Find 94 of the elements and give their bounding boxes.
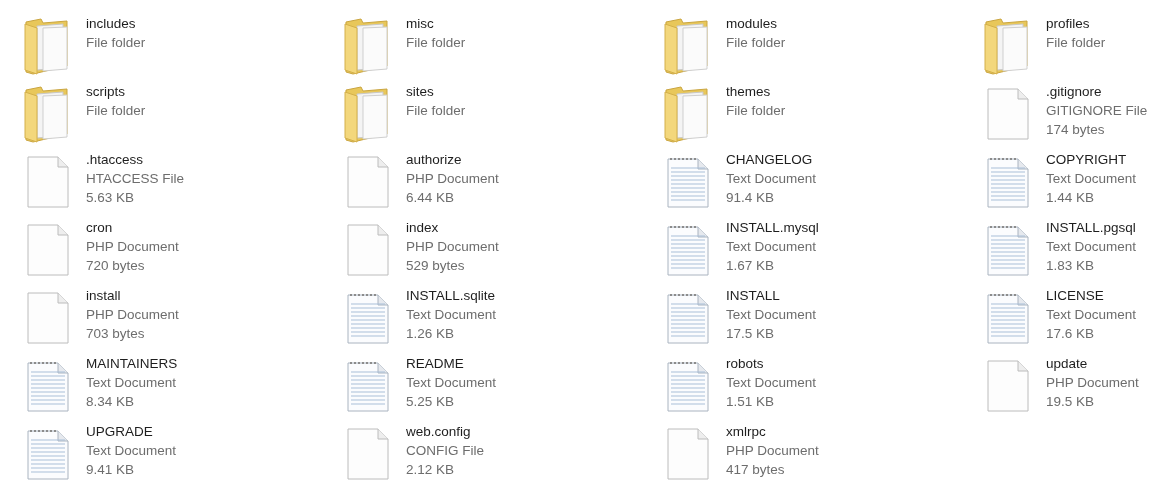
file-size: 91.4 KB [726, 189, 776, 207]
file-size: 5.25 KB [406, 393, 456, 411]
file-type: Text Document [1046, 170, 1137, 188]
file-type: GITIGNORE File [1046, 102, 1148, 120]
file-type: File folder [406, 34, 466, 52]
file-type: Text Document [726, 170, 817, 188]
file-type: File folder [726, 34, 786, 52]
file-type: Text Document [726, 238, 818, 256]
text-document-icon [666, 156, 710, 208]
file-type: CONFIG File [406, 442, 484, 460]
file-name[interactable]: index [406, 218, 499, 237]
file-type: Text Document [406, 306, 497, 324]
file-type: PHP Document [86, 306, 179, 324]
document-icon [986, 88, 1030, 140]
text-document-icon [986, 224, 1030, 276]
file-size: 720 bytes [86, 257, 146, 275]
file-size: 8.34 KB [86, 393, 136, 411]
document-icon [346, 224, 390, 276]
file-type: File folder [86, 34, 146, 52]
file-name[interactable]: INSTALL.pgsql [1046, 218, 1137, 237]
file-type: Text Document [86, 374, 178, 392]
text-document-icon [986, 156, 1030, 208]
file-name[interactable]: INSTALL.mysql [726, 218, 819, 237]
file-name[interactable]: modules [726, 14, 786, 33]
file-type: Text Document [86, 442, 177, 460]
file-name[interactable]: update [1046, 354, 1139, 373]
file-name[interactable]: .htaccess [86, 150, 184, 169]
file-type: Text Document [1046, 306, 1137, 324]
file-name[interactable]: .gitignore [1046, 82, 1148, 101]
text-document-icon [666, 292, 710, 344]
document-icon [26, 292, 70, 344]
text-document-icon [346, 360, 390, 412]
file-name[interactable]: authorize [406, 150, 499, 169]
file-size: 6.44 KB [406, 189, 456, 207]
file-type: PHP Document [406, 238, 499, 256]
document-icon [346, 156, 390, 208]
file-type: Text Document [726, 306, 817, 324]
file-size: 703 bytes [86, 325, 146, 343]
file-size: 174 bytes [1046, 121, 1106, 139]
file-type: PHP Document [406, 170, 499, 188]
file-name[interactable]: README [406, 354, 497, 373]
file-name[interactable]: profiles [1046, 14, 1106, 33]
file-type: PHP Document [86, 238, 179, 256]
file-size: 9.41 KB [86, 461, 136, 479]
file-type: HTACCESS File [86, 170, 184, 188]
file-size: 1.83 KB [1046, 257, 1096, 275]
file-size: 17.5 KB [726, 325, 776, 343]
text-document-icon [666, 360, 710, 412]
file-size: 19.5 KB [1046, 393, 1096, 411]
file-size: 1.44 KB [1046, 189, 1096, 207]
text-document-icon [346, 292, 390, 344]
text-document-icon [26, 428, 70, 480]
text-document-icon [26, 360, 70, 412]
file-size: 1.67 KB [726, 257, 776, 275]
file-name[interactable]: includes [86, 14, 146, 33]
text-document-icon [666, 224, 710, 276]
file-size: 17.6 KB [1046, 325, 1096, 343]
file-size: 2.12 KB [406, 461, 456, 479]
file-name[interactable]: LICENSE [1046, 286, 1137, 305]
file-name[interactable]: cron [86, 218, 179, 237]
document-icon [346, 428, 390, 480]
file-type: Text Document [406, 374, 497, 392]
file-type: PHP Document [1046, 374, 1139, 392]
file-type: File folder [86, 102, 146, 120]
file-size: 1.51 KB [726, 393, 776, 411]
file-size: 417 bytes [726, 461, 786, 479]
file-size: 529 bytes [406, 257, 466, 275]
file-type: PHP Document [726, 442, 819, 460]
file-name[interactable]: xmlrpc [726, 422, 819, 441]
document-icon [986, 360, 1030, 412]
document-icon [26, 224, 70, 276]
document-icon [26, 156, 70, 208]
file-name[interactable]: web.config [406, 422, 484, 441]
file-type: File folder [726, 102, 786, 120]
file-type: Text Document [726, 374, 817, 392]
file-size: 5.63 KB [86, 189, 136, 207]
file-name[interactable]: INSTALL.sqlite [406, 286, 497, 305]
file-name[interactable]: MAINTAINERS [86, 354, 178, 373]
file-name[interactable]: install [86, 286, 179, 305]
file-name[interactable]: sites [406, 82, 466, 101]
file-name[interactable]: themes [726, 82, 786, 101]
file-name[interactable]: UPGRADE [86, 422, 177, 441]
file-name[interactable]: robots [726, 354, 817, 373]
document-icon [666, 428, 710, 480]
file-name[interactable]: INSTALL [726, 286, 817, 305]
text-document-icon [986, 292, 1030, 344]
file-name[interactable]: scripts [86, 82, 146, 101]
file-type: File folder [1046, 34, 1106, 52]
file-name[interactable]: misc [406, 14, 466, 33]
file-name[interactable]: CHANGELOG [726, 150, 817, 169]
file-size: 1.26 KB [406, 325, 456, 343]
file-type: File folder [406, 102, 466, 120]
file-name[interactable]: COPYRIGHT [1046, 150, 1137, 169]
file-type: Text Document [1046, 238, 1137, 256]
